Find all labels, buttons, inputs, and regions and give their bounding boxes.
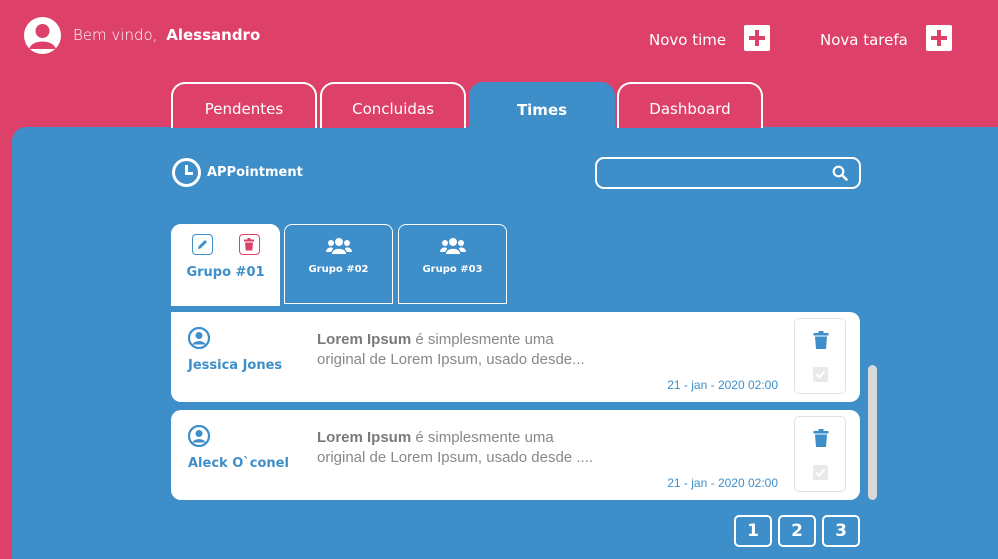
complete-checkbox[interactable] bbox=[813, 367, 828, 382]
task-description: Lorem Ipsum é simplesmente uma original … bbox=[317, 330, 647, 370]
welcome-message: Bem vindo, Alessandro bbox=[73, 26, 260, 44]
users-icon bbox=[439, 238, 466, 254]
tab-label: Pendentes bbox=[204, 100, 284, 118]
task-title: Lorem Ipsum bbox=[317, 429, 412, 446]
check-icon bbox=[815, 370, 826, 379]
clock-icon bbox=[172, 158, 201, 187]
tab-label: Times bbox=[516, 101, 568, 119]
welcome-text: Bem vindo, bbox=[73, 26, 158, 44]
group-label: Grupo #02 bbox=[308, 264, 369, 275]
user-avatar[interactable] bbox=[24, 17, 61, 54]
group-tab-03[interactable]: Grupo #03 bbox=[398, 224, 507, 304]
complete-checkbox[interactable] bbox=[813, 465, 828, 480]
trash-icon bbox=[244, 238, 254, 251]
user-circle-icon bbox=[188, 327, 210, 349]
check-icon bbox=[815, 468, 826, 477]
page-number: 3 bbox=[835, 521, 847, 541]
scrollbar[interactable] bbox=[868, 365, 877, 500]
task-text: original de Lorem Ipsum, usado desde... bbox=[317, 351, 585, 368]
page-button-3[interactable]: 3 bbox=[822, 515, 860, 547]
plus-icon bbox=[925, 25, 952, 51]
new-task-button[interactable]: Nova tarefa bbox=[820, 25, 952, 51]
app-name: APPointment bbox=[207, 165, 303, 180]
trash-icon[interactable] bbox=[812, 429, 830, 447]
user-icon bbox=[29, 24, 56, 49]
task-date: 21 - jan - 2020 02:00 bbox=[667, 378, 778, 392]
card-actions bbox=[794, 416, 846, 492]
tab-label: Dashboard bbox=[649, 100, 731, 118]
task-card[interactable]: Aleck O`conel Lorem Ipsum é simplesmente… bbox=[171, 410, 860, 500]
group-tab-01[interactable]: Grupo #01 bbox=[171, 224, 280, 306]
card-actions bbox=[794, 318, 846, 394]
task-date: 21 - jan - 2020 02:00 bbox=[667, 476, 778, 490]
tab-pendentes[interactable]: Pendentes bbox=[171, 82, 317, 128]
person-name: Jessica Jones bbox=[188, 358, 283, 373]
person-name: Aleck O`conel bbox=[188, 456, 289, 471]
page-number: 1 bbox=[747, 521, 759, 541]
plus-icon bbox=[744, 25, 771, 51]
task-description: Lorem Ipsum é simplesmente uma original … bbox=[317, 428, 647, 468]
new-team-button[interactable]: Novo time bbox=[649, 25, 771, 51]
task-text: é simplesmente uma bbox=[411, 429, 554, 446]
search-input[interactable] bbox=[597, 159, 817, 187]
pencil-icon bbox=[197, 240, 207, 249]
search-box bbox=[595, 157, 861, 189]
task-title: Lorem Ipsum bbox=[317, 331, 412, 348]
group-label: Grupo #01 bbox=[186, 265, 265, 280]
app-logo: APPointment bbox=[172, 158, 303, 187]
task-text: é simplesmente uma bbox=[411, 331, 554, 348]
task-card[interactable]: Jessica Jones Lorem Ipsum é simplesmente… bbox=[171, 312, 860, 402]
users-icon bbox=[325, 238, 352, 254]
tab-times[interactable]: Times bbox=[469, 82, 615, 130]
page-button-2[interactable]: 2 bbox=[778, 515, 816, 547]
tab-dashboard[interactable]: Dashboard bbox=[617, 82, 763, 128]
trash-icon[interactable] bbox=[812, 331, 830, 349]
task-text: original de Lorem Ipsum, usado desde ...… bbox=[317, 449, 593, 466]
delete-group-button[interactable] bbox=[238, 234, 260, 255]
group-tab-02[interactable]: Grupo #02 bbox=[284, 224, 393, 304]
page-number: 2 bbox=[791, 521, 803, 541]
search-icon[interactable] bbox=[832, 165, 848, 181]
edit-group-button[interactable] bbox=[191, 234, 213, 255]
new-team-label: Novo time bbox=[649, 31, 727, 49]
tab-label: Concluidas bbox=[352, 100, 434, 118]
new-task-label: Nova tarefa bbox=[820, 31, 908, 49]
user-circle-icon bbox=[188, 425, 210, 447]
tab-concluidas[interactable]: Concluidas bbox=[320, 82, 466, 128]
user-name: Alessandro bbox=[166, 26, 261, 44]
group-label: Grupo #03 bbox=[422, 264, 483, 275]
page-button-1[interactable]: 1 bbox=[734, 515, 772, 547]
